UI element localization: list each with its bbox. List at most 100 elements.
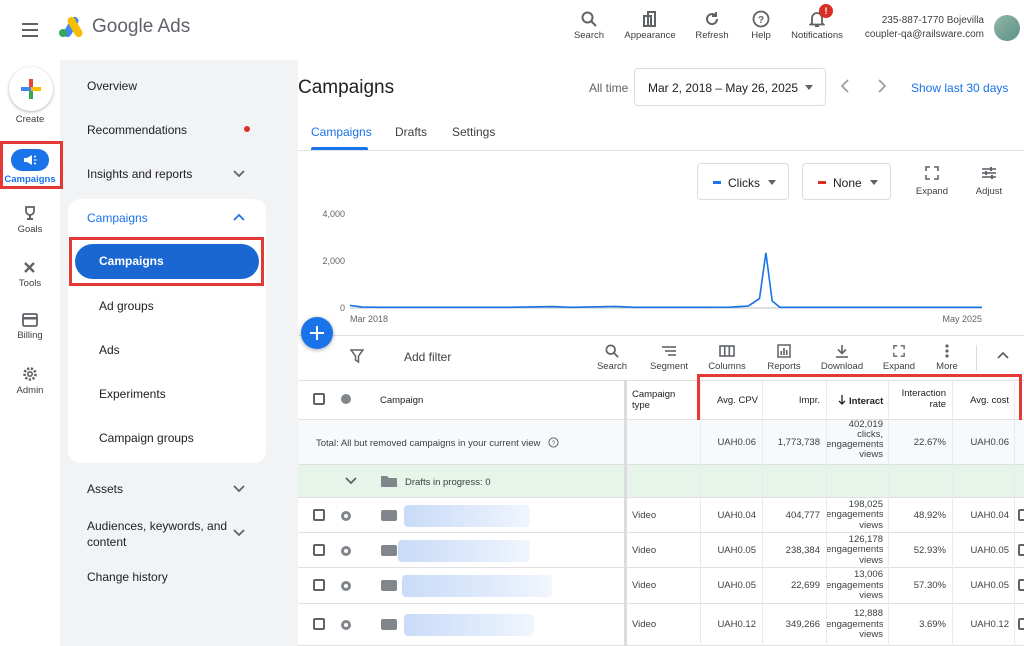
chevron-down-icon[interactable] (233, 170, 245, 178)
row-next-column-checkbox[interactable] (1018, 618, 1024, 630)
tab-campaigns[interactable]: Campaigns (311, 125, 372, 139)
header-interactions-label: Interactions (849, 396, 884, 407)
chart-expand-button[interactable]: Expand (913, 166, 951, 197)
reports-button[interactable]: Reports (764, 341, 804, 372)
rail-item-billing[interactable]: Billing (0, 313, 60, 341)
trophy-icon (25, 206, 35, 220)
row-checkbox[interactable] (313, 508, 325, 521)
chevron-up-icon[interactable] (233, 213, 245, 221)
rail-item-admin[interactable]: Admin (0, 366, 60, 396)
dropdown-arrow-icon (870, 180, 878, 185)
nav-item-overview[interactable]: Overview (87, 79, 137, 93)
add-campaign-button[interactable] (301, 317, 333, 349)
avatar[interactable] (994, 15, 1020, 41)
sub-item-ad-groups[interactable]: Ad groups (99, 299, 154, 313)
metric-selector-1[interactable]: Clicks (697, 163, 789, 200)
download-label: Download (820, 361, 864, 372)
interactions-value: 12,888 (853, 609, 883, 619)
next-period-button[interactable] (877, 79, 887, 98)
help-tool[interactable]: ? Help (746, 8, 776, 41)
download-button[interactable]: Download (818, 341, 866, 372)
header-impr[interactable]: Impr. (764, 395, 820, 406)
sub-item-experiments[interactable]: Experiments (99, 387, 166, 401)
expand-icon (925, 166, 939, 180)
segment-icon (662, 346, 676, 356)
metric-selector-2[interactable]: None (802, 163, 891, 200)
chart-adjust-button[interactable]: Adjust (970, 166, 1008, 197)
nav-item-change-history[interactable]: Change history (87, 570, 168, 584)
nav-item-insights[interactable]: Insights and reports (87, 167, 192, 181)
campaign-name-link[interactable] (398, 539, 530, 562)
more-button[interactable]: More (932, 341, 962, 372)
select-all-checkbox[interactable] (313, 393, 325, 405)
appearance-tool[interactable]: Appearance (622, 8, 678, 41)
header-avg-cpv[interactable]: Avg. CPV (702, 395, 758, 406)
search-tool[interactable]: Search (572, 8, 606, 41)
nav-item-assets[interactable]: Assets (87, 482, 123, 496)
row-checkbox[interactable] (313, 579, 325, 591)
chart-expand-label: Expand (915, 186, 949, 197)
row-checkbox[interactable] (313, 543, 325, 556)
help-icon[interactable]: ? (548, 437, 559, 448)
main-menu-button[interactable] (18, 18, 42, 42)
campaign-name-link[interactable] (404, 504, 530, 527)
row-next-column-checkbox[interactable] (1018, 543, 1024, 556)
header-interactions[interactable]: Interactions (838, 395, 884, 407)
chevron-right-icon (878, 79, 887, 93)
google-ads-logo[interactable]: Google Ads (58, 16, 190, 38)
chevron-down-icon[interactable] (233, 485, 245, 493)
nav-item-audiences[interactable]: Audiences, keywords, and content (87, 518, 233, 550)
total-label: Total: All but removed campaigns in your… (316, 437, 559, 449)
row-next-column-checkbox[interactable] (1018, 579, 1024, 591)
row-next-column-checkbox[interactable] (1018, 508, 1024, 521)
prev-period-button[interactable] (840, 79, 850, 98)
rail-item-tools[interactable]: Tools (0, 259, 60, 289)
chevron-down-icon[interactable] (233, 529, 245, 537)
notifications-tool[interactable]: Notifications (786, 8, 848, 41)
tab-drafts[interactable]: Drafts (395, 125, 427, 139)
segment-button[interactable]: Segment (647, 341, 691, 372)
chevron-down-icon[interactable] (345, 477, 357, 485)
nav-item-recommendations[interactable]: Recommendations (87, 123, 187, 137)
status-paused-icon[interactable] (341, 581, 351, 591)
tab-settings[interactable]: Settings (452, 125, 495, 139)
header-interaction-rate[interactable]: Interaction rate (890, 388, 946, 410)
date-range-picker[interactable]: Mar 2, 2018 – May 26, 2025 (634, 68, 826, 106)
column-separator (1014, 380, 1015, 646)
avg-cost: UAH0.04 (970, 509, 1009, 521)
campaign-name-link[interactable] (404, 614, 534, 636)
status-paused-icon[interactable] (341, 510, 351, 521)
row-checkbox[interactable] (313, 618, 325, 630)
more-label: More (936, 361, 958, 372)
header-campaign-type[interactable]: Campaign type (632, 389, 690, 411)
sub-item-campaign-groups[interactable]: Campaign groups (99, 431, 194, 445)
create-button[interactable] (9, 67, 53, 111)
add-filter-button[interactable]: Add filter (404, 350, 451, 364)
nav-item-campaigns-group[interactable]: Campaigns (87, 211, 148, 225)
account-info[interactable]: 235-887-1770 Bojevilla coupler-qa@railsw… (860, 14, 984, 42)
status-paused-icon[interactable] (341, 620, 351, 630)
status-paused-icon[interactable] (341, 545, 351, 556)
header-campaign[interactable]: Campaign (380, 395, 423, 406)
rail-item-campaigns[interactable]: Campaigns (0, 149, 60, 185)
columns-button[interactable]: Columns (705, 341, 749, 372)
tools-icon (24, 262, 35, 273)
campaign-name-link[interactable] (402, 575, 552, 597)
table-expand-button[interactable]: Expand (880, 341, 918, 372)
sub-item-ads[interactable]: Ads (99, 343, 120, 357)
search-icon (581, 11, 597, 27)
table-search-button[interactable]: Search (594, 341, 630, 372)
rail-item-goals[interactable]: Goals (0, 205, 60, 235)
collapse-chevron-up-icon[interactable] (996, 350, 1010, 360)
show-last-30-days-link[interactable]: Show last 30 days (911, 81, 1008, 95)
filter-icon[interactable] (350, 349, 364, 363)
header-avg-cost[interactable]: Avg. cost (956, 395, 1009, 406)
svg-text:?: ? (552, 440, 556, 447)
table-expand-label: Expand (882, 361, 916, 372)
sub-item-campaigns[interactable]: Campaigns (75, 244, 259, 279)
refresh-tool[interactable]: Refresh (692, 8, 732, 41)
video-campaign-icon (381, 580, 397, 591)
dropdown-arrow-icon (768, 180, 776, 185)
date-range-value: Mar 2, 2018 – May 26, 2025 (648, 81, 799, 95)
top-bar: Google Ads Search Appearance Refresh ? H… (0, 0, 1024, 60)
